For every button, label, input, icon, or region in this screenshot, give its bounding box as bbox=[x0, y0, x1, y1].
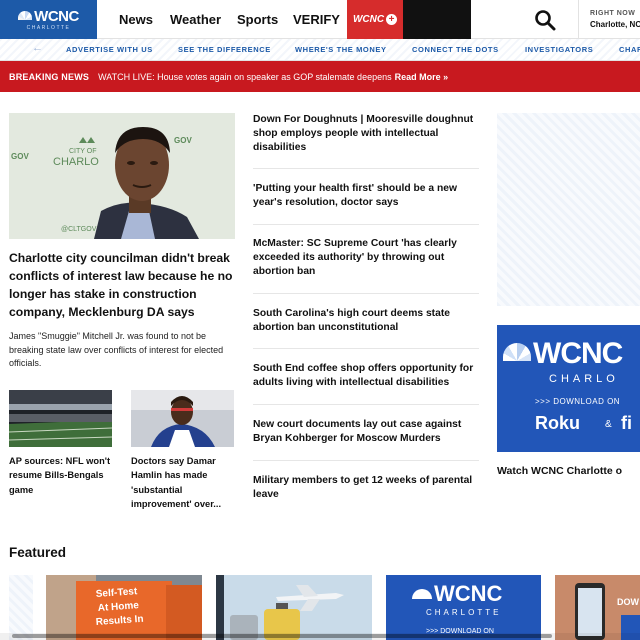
peacock-icon bbox=[18, 10, 33, 20]
featured-card-self-test[interactable]: Self-Test At Home Results In bbox=[46, 575, 202, 640]
nav-news[interactable]: News bbox=[119, 0, 153, 39]
featured-section-title: Featured bbox=[9, 545, 67, 560]
subnav-charlotte[interactable]: CHAR bbox=[619, 39, 640, 61]
backdrop-text-charlo: CHARLO bbox=[53, 156, 99, 168]
nav-verify[interactable]: VERIFY bbox=[293, 0, 340, 39]
advertisement-placeholder[interactable] bbox=[497, 113, 640, 306]
card-wcnc-city: CHARLOTTE bbox=[426, 608, 501, 617]
story-card-nfl[interactable]: AP sources: NFL won't resume Bills-Benga… bbox=[9, 390, 112, 497]
card-wcnc-logo: WCNC bbox=[434, 581, 503, 606]
headline-divider bbox=[253, 348, 479, 349]
nav-dark-panel bbox=[403, 0, 471, 39]
breaking-label: BREAKING NEWS bbox=[9, 71, 90, 82]
featured-card-wcnc-app[interactable]: WCNC CHARLOTTE >>> DOWNLOAD ON bbox=[386, 575, 541, 640]
logo-text: WCNC bbox=[34, 7, 79, 25]
lead-story-image[interactable]: CITY OF CHARLO GOV GOV @CLTGOV bbox=[9, 113, 235, 239]
self-test-photo: Self-Test At Home Results In bbox=[46, 575, 202, 640]
headline-item[interactable]: New court documents lay out case against… bbox=[253, 418, 479, 446]
plus-icon: + bbox=[386, 14, 398, 25]
weather-divider bbox=[578, 0, 579, 39]
lead-story-headline[interactable]: Charlotte city councilman didn't break c… bbox=[9, 249, 237, 321]
subnav-advertise[interactable]: ADVERTISE WITH US bbox=[66, 39, 153, 61]
featured-carousel-edge bbox=[9, 575, 33, 640]
wcnc-app-graphic: WCNC CHARLOTTE >>> DOWNLOAD ON bbox=[386, 575, 541, 640]
backdrop-text-gov-right: GOV bbox=[174, 136, 192, 145]
wcnc-plus-button[interactable]: WCNC + bbox=[347, 0, 403, 39]
breaking-read-more-link[interactable]: Read More » bbox=[395, 72, 449, 82]
headline-divider bbox=[253, 224, 479, 225]
story-headline-hamlin[interactable]: Doctors say Damar Hamlin has made 'subst… bbox=[131, 454, 234, 511]
headline-item[interactable]: McMaster: SC Supreme Court 'has clearly … bbox=[253, 237, 479, 279]
phone-photo: DOW bbox=[555, 575, 640, 640]
promo-logo: WCNC bbox=[533, 337, 623, 370]
story-card-hamlin[interactable]: Doctors say Damar Hamlin has made 'subst… bbox=[131, 390, 234, 511]
subnav-see-the-difference[interactable]: SEE THE DIFFERENCE bbox=[178, 39, 271, 61]
weather-label[interactable]: RIGHT NOW bbox=[590, 10, 635, 17]
headline-divider bbox=[253, 404, 479, 405]
wcnc-app-promo[interactable]: WCNC CHARLO >>> DOWNLOAD ON Roku & fi bbox=[497, 325, 640, 452]
backdrop-text-city-of: CITY OF bbox=[69, 148, 96, 155]
promo-caption-link[interactable]: Watch WCNC Charlotte o bbox=[497, 465, 622, 477]
headline-item[interactable]: Military members to get 12 weeks of pare… bbox=[253, 474, 479, 502]
story-image-hamlin[interactable] bbox=[131, 390, 234, 447]
featured-card-phone[interactable]: DOW bbox=[555, 575, 640, 640]
subnav-investigators[interactable]: INVESTIGATORS bbox=[525, 39, 593, 61]
subnav-wheres-the-money[interactable]: WHERE'S THE MONEY bbox=[295, 39, 387, 61]
story-image-stadium[interactable] bbox=[9, 390, 112, 447]
subnav-connect-the-dots[interactable]: CONNECT THE DOTS bbox=[412, 39, 499, 61]
card-phone-text: DOW bbox=[617, 597, 640, 607]
search-icon[interactable] bbox=[533, 8, 557, 32]
headline-item[interactable]: South End coffee shop offers opportunity… bbox=[253, 362, 479, 390]
lead-story-description: James "Smuggie" Mitchell Jr. was found t… bbox=[9, 331, 224, 369]
top-navigation-bar: WCNC CHARLOTTE News Weather Sports VERIF… bbox=[0, 0, 640, 39]
secondary-navigation: ← ADVERTISE WITH US SEE THE DIFFERENCE W… bbox=[0, 39, 640, 61]
headline-divider bbox=[253, 460, 479, 461]
player-photo bbox=[131, 390, 234, 447]
wcnc-logo[interactable]: WCNC CHARLOTTE bbox=[0, 0, 97, 39]
backdrop-text-handle: @CLTGOV bbox=[61, 226, 97, 233]
airport-photo bbox=[216, 575, 372, 640]
lead-photo-graphic: CITY OF CHARLO GOV GOV @CLTGOV bbox=[9, 113, 235, 239]
headline-item[interactable]: South Carolina's high court deems state … bbox=[253, 307, 479, 335]
backdrop-text-gov-left: GOV bbox=[11, 152, 29, 161]
weather-location[interactable]: Charlotte, NC bbox=[590, 20, 640, 29]
subnav-back-arrow-icon[interactable]: ← bbox=[32, 42, 43, 54]
nav-weather[interactable]: Weather bbox=[170, 0, 221, 39]
headline-item[interactable]: Down For Doughnuts | Mooresville doughnu… bbox=[253, 113, 479, 155]
headline-item[interactable]: 'Putting your health first' should be a … bbox=[253, 182, 479, 210]
breaking-news-banner[interactable]: BREAKING NEWS WATCH LIVE: House votes ag… bbox=[0, 61, 640, 92]
scrollbar-thumb[interactable] bbox=[12, 634, 552, 638]
headline-divider bbox=[253, 293, 479, 294]
featured-card-travel[interactable] bbox=[216, 575, 372, 640]
stadium-photo bbox=[9, 390, 112, 447]
promo-ampersand: & bbox=[605, 419, 612, 430]
fire-tv-logo: fi bbox=[621, 413, 632, 433]
peacock-icon bbox=[503, 343, 531, 361]
wcnc-plus-label: WCNC bbox=[352, 14, 385, 25]
story-headline-nfl[interactable]: AP sources: NFL won't resume Bills-Benga… bbox=[9, 454, 112, 497]
promo-download: >>> DOWNLOAD ON bbox=[535, 397, 621, 406]
roku-logo: Roku bbox=[535, 413, 580, 433]
logo-subtitle: CHARLOTTE bbox=[26, 24, 71, 31]
breaking-headline[interactable]: WATCH LIVE: House votes again on speaker… bbox=[98, 72, 391, 82]
nav-sports[interactable]: Sports bbox=[237, 0, 278, 39]
promo-city: CHARLO bbox=[549, 373, 619, 385]
headline-divider bbox=[253, 168, 479, 169]
